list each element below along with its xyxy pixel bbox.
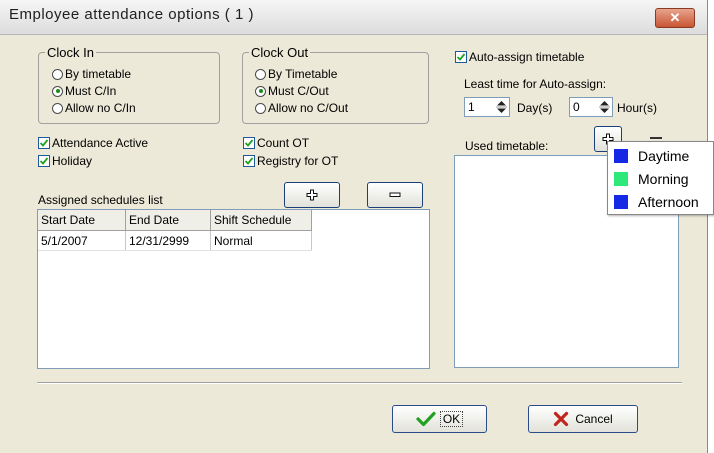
days-spinner[interactable]: 1 — [464, 97, 510, 117]
menu-item-daytime[interactable]: Daytime — [614, 148, 689, 164]
checkbox-label: Auto-assign timetable — [469, 50, 585, 64]
least-time-label: Least time for Auto-assign: — [464, 77, 607, 91]
swatch-afternoon — [614, 195, 628, 209]
radio-label: Must C/Out — [268, 84, 329, 98]
dialog-window: Employee attendance options ( 1 ) ✕ Cloc… — [0, 0, 708, 453]
schedules-grid: Start Date End Date Shift Schedule 5/1/2… — [38, 210, 312, 251]
check-icon — [244, 157, 254, 165]
timetable-popup-menu: Daytime Morning Afternoon — [607, 141, 714, 215]
x-icon — [554, 411, 569, 427]
close-button[interactable]: ✕ — [655, 8, 695, 28]
table-cell: Normal — [210, 230, 312, 251]
checkbox-label: Holiday — [52, 154, 93, 168]
radio-circle — [255, 102, 266, 114]
checkbox-box — [243, 137, 255, 149]
radio-circle — [255, 85, 266, 97]
checkbox-label: Attendance Active — [52, 136, 149, 150]
days-unit-label: Day(s) — [517, 101, 553, 115]
holiday-checkbox[interactable]: Holiday — [38, 154, 92, 168]
check-icon — [416, 411, 436, 427]
checkbox-box — [38, 137, 50, 149]
menu-item-label: Morning — [638, 171, 689, 187]
hours-unit-label: Hour(s) — [617, 101, 658, 115]
checkbox-box — [38, 155, 50, 167]
used-timetable-label: Used timetable: — [465, 139, 549, 153]
radio-circle — [52, 102, 63, 114]
radio-must-c-out[interactable]: Must C/Out — [255, 84, 329, 98]
cancel-label: Cancel — [575, 412, 613, 426]
check-icon — [456, 53, 466, 61]
radio-label: By Timetable — [268, 67, 338, 81]
radio-by-timetable-out[interactable]: By Timetable — [255, 67, 337, 81]
menu-item-afternoon[interactable]: Afternoon — [614, 194, 699, 210]
radio-circle — [52, 68, 63, 80]
hours-value: 0 — [573, 100, 580, 114]
clock-out-legend: Clock Out — [249, 45, 311, 60]
radio-label: Must C/In — [65, 84, 117, 98]
registry-for-ot-checkbox[interactable]: Registry for OT — [243, 154, 338, 168]
spin-arrows-icon[interactable] — [598, 99, 611, 115]
radio-label: By timetable — [65, 67, 132, 81]
checkbox-box — [243, 155, 255, 167]
count-ot-checkbox[interactable]: Count OT — [243, 136, 309, 150]
column-header-shift-schedule[interactable]: Shift Schedule — [210, 210, 312, 231]
radio-by-timetable[interactable]: By timetable — [52, 67, 131, 81]
table-header-row: Start Date End Date Shift Schedule — [38, 210, 312, 231]
radio-circle — [52, 85, 63, 97]
bottom-separator — [37, 382, 682, 384]
hours-spinner[interactable]: 0 — [569, 97, 613, 117]
checkbox-label: Registry for OT — [257, 154, 339, 168]
assigned-schedules-label: Assigned schedules list — [38, 193, 163, 207]
checkbox-label: Count OT — [257, 136, 310, 150]
schedules-table[interactable]: Start Date End Date Shift Schedule 5/1/2… — [37, 209, 430, 369]
remove-timetable-button[interactable] — [650, 137, 662, 139]
menu-item-label: Afternoon — [638, 194, 699, 210]
add-schedule-button[interactable] — [284, 182, 340, 208]
menu-item-label: Daytime — [638, 148, 690, 164]
check-icon — [244, 139, 254, 147]
table-cell: 5/1/2007 — [38, 230, 126, 251]
swatch-daytime — [614, 149, 628, 163]
check-icon — [39, 157, 49, 165]
checkbox-box — [455, 51, 467, 63]
radio-label: Allow no C/In — [65, 101, 136, 115]
spin-arrows-icon[interactable] — [495, 99, 508, 115]
check-icon — [39, 139, 49, 147]
attendance-active-checkbox[interactable]: Attendance Active — [38, 136, 148, 150]
clock-in-legend: Clock In — [45, 45, 96, 60]
auto-assign-checkbox[interactable]: Auto-assign timetable — [455, 50, 584, 64]
radio-circle — [255, 68, 266, 80]
table-row[interactable]: 5/1/2007 12/31/2999 Normal — [38, 230, 312, 251]
close-icon: ✕ — [669, 10, 681, 25]
plus-icon — [306, 189, 318, 201]
swatch-morning — [614, 172, 628, 186]
menu-item-morning[interactable]: Morning — [614, 171, 689, 187]
column-header-start-date[interactable]: Start Date — [38, 210, 126, 231]
radio-allow-no-c-in[interactable]: Allow no C/In — [52, 101, 136, 115]
days-value: 1 — [468, 100, 475, 114]
title-bar[interactable]: Employee attendance options ( 1 ) ✕ — [0, 0, 707, 35]
cancel-button[interactable]: Cancel — [528, 405, 638, 433]
radio-allow-no-c-out[interactable]: Allow no C/Out — [255, 101, 348, 115]
minus-icon — [389, 192, 401, 197]
ok-button[interactable]: OK — [392, 405, 487, 433]
window-title: Employee attendance options ( 1 ) — [9, 6, 254, 23]
column-header-end-date[interactable]: End Date — [125, 210, 211, 231]
radio-must-c-in[interactable]: Must C/In — [52, 84, 116, 98]
remove-schedule-button[interactable] — [367, 182, 423, 208]
table-cell: 12/31/2999 — [125, 230, 211, 251]
ok-label: OK — [439, 411, 464, 427]
radio-label: Allow no C/Out — [268, 101, 349, 115]
